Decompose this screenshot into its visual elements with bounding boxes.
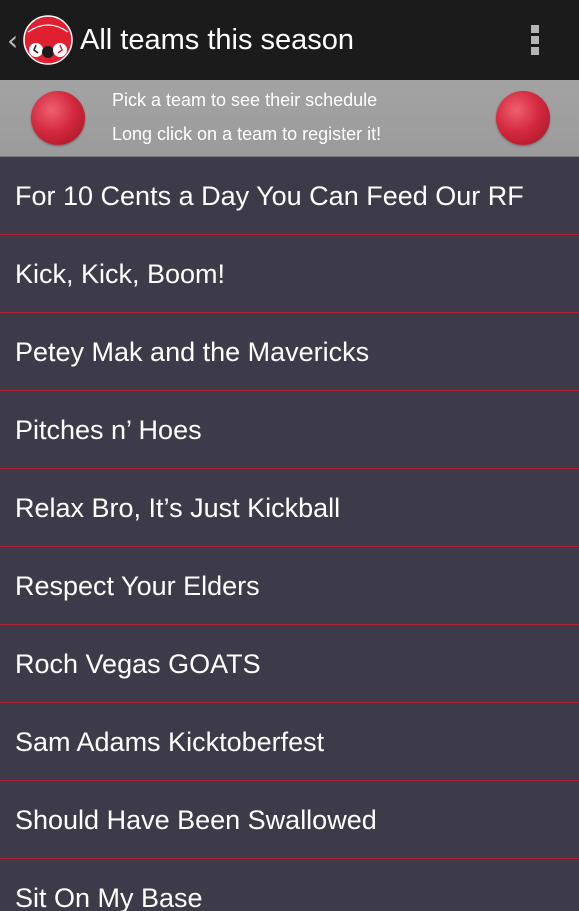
team-item[interactable]: Roch Vegas GOATS [0, 625, 579, 703]
team-name: Sit On My Base [15, 883, 203, 911]
team-item[interactable]: Pitches n’ Hoes [0, 391, 579, 469]
hint-line-schedule: Pick a team to see their schedule [112, 90, 378, 110]
team-name: For 10 Cents a Day You Can Feed Our RF [15, 181, 524, 211]
team-item[interactable]: Kick, Kick, Boom! [0, 235, 579, 313]
team-name: Should Have Been Swallowed [15, 805, 377, 835]
team-name: Sam Adams Kicktoberfest [15, 727, 325, 757]
team-item[interactable]: Sam Adams Kicktoberfest [0, 703, 579, 781]
kickball-icon [496, 91, 550, 145]
app-root: ‹ All teams this season Pick a team to s… [0, 0, 579, 911]
team-name: Respect Your Elders [15, 571, 260, 601]
team-item[interactable]: Relax Bro, It’s Just Kickball [0, 469, 579, 547]
hint-line-register: Long click on a team to register it! [112, 124, 382, 144]
action-bar: ‹ All teams this season [0, 0, 579, 81]
team-name: Petey Mak and the Mavericks [15, 337, 370, 367]
chevron-left-icon[interactable]: ‹ [7, 24, 21, 58]
team-item[interactable]: Should Have Been Swallowed [0, 781, 579, 859]
kickball-icon [31, 91, 85, 145]
hint-banner: Pick a team to see their schedule Long c… [0, 80, 579, 157]
page-title: All teams this season [80, 24, 355, 56]
team-list: For 10 Cents a Day You Can Feed Our RF K… [0, 157, 579, 911]
team-name: Roch Vegas GOATS [15, 649, 261, 679]
team-name: Relax Bro, It’s Just Kickball [15, 493, 341, 523]
app-logo[interactable] [22, 14, 74, 66]
overflow-menu-icon[interactable] [518, 20, 552, 60]
team-item[interactable]: For 10 Cents a Day You Can Feed Our RF [0, 157, 579, 235]
team-item[interactable]: Petey Mak and the Mavericks [0, 313, 579, 391]
team-item[interactable]: Sit On My Base [0, 859, 579, 911]
team-item[interactable]: Respect Your Elders [0, 547, 579, 625]
team-name: Kick, Kick, Boom! [15, 259, 226, 289]
team-name: Pitches n’ Hoes [15, 415, 202, 445]
